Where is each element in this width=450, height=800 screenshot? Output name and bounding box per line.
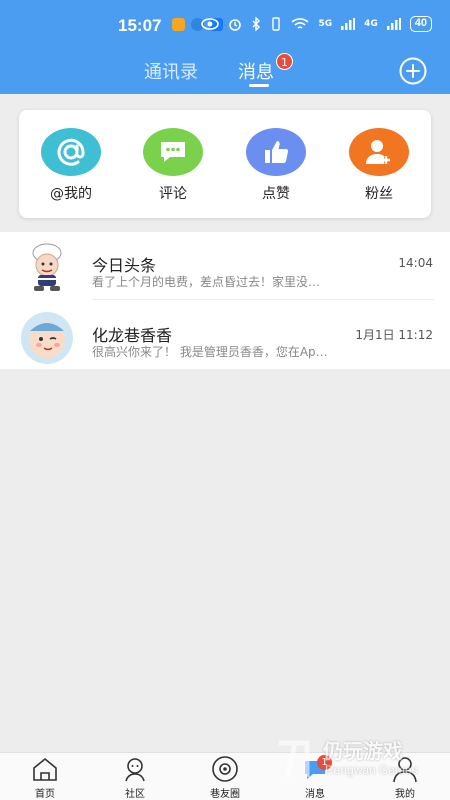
watermark-logo-icon (279, 740, 310, 778)
message-time: 1月1日 11:12 (355, 328, 433, 342)
nav-label: 巷友圈 (210, 789, 240, 800)
app-notification-icon (172, 18, 185, 31)
bluetooth-icon (252, 17, 261, 31)
at-icon (41, 128, 101, 176)
nav-item-friends-circle[interactable]: 巷友圈 (195, 755, 255, 800)
add-user-icon (349, 128, 409, 176)
vibrate-icon (272, 17, 281, 31)
nav-label: 社区 (125, 789, 145, 800)
quick-action-likes[interactable]: 点赞 (236, 128, 316, 203)
status-time: 15:07 (118, 16, 162, 35)
status-right: 5G 4G 40 (201, 16, 432, 32)
active-tab-indicator (249, 84, 269, 87)
quick-action-label: 评论 (159, 186, 187, 202)
eye-icon (201, 18, 220, 30)
message-preview: 看了上个月的电费，差点昏过去！家里没… (92, 275, 321, 289)
nav-item-home[interactable]: 首页 (15, 755, 75, 800)
watermark: 仍玩游戏 Rengwan Games (275, 735, 435, 785)
quick-action-label: 粉丝 (365, 186, 393, 202)
home-icon (33, 757, 57, 781)
thumbs-up-icon (246, 128, 306, 176)
signal-icon-2 (386, 18, 401, 30)
header: 15:07 5G 4G 40 通讯录 消息 1 (0, 0, 450, 94)
friends-circle-icon (212, 756, 238, 782)
quick-actions-card: @我的 评论 点赞 粉丝 (19, 110, 431, 218)
tab-messages-badge: 1 (276, 53, 293, 70)
wifi-icon (291, 18, 309, 29)
divider (92, 299, 434, 300)
battery-indicator: 40 (409, 16, 432, 32)
tab-contacts[interactable]: 通讯录 (144, 58, 198, 84)
chef-avatar-icon (32, 243, 62, 291)
message-item[interactable]: 今日头条 14:04 看了上个月的电费，差点昏过去！家里没… (0, 232, 450, 300)
alarm-icon (229, 19, 242, 31)
network-label-5g: 5G (318, 19, 333, 29)
quick-action-comments[interactable]: 评论 (133, 128, 213, 203)
nav-label: 首页 (35, 789, 55, 800)
quick-action-label: 点赞 (262, 186, 290, 202)
quick-action-mentions[interactable]: @我的 (31, 128, 111, 203)
signal-icon (341, 18, 356, 30)
comment-icon (143, 128, 203, 176)
message-preview: 很高兴你来了！ 我是管理员香香，您在Ap… (92, 345, 328, 359)
watermark-brand: 仍玩游戏 (323, 739, 403, 763)
quick-action-label: @我的 (50, 186, 92, 202)
quick-action-fans[interactable]: 粉丝 (339, 128, 419, 203)
nav-label: 消息 (305, 789, 325, 800)
message-list: 今日头条 14:04 看了上个月的电费，差点昏过去！家里没… 化龙巷香香 1月1… (0, 232, 450, 369)
community-icon (125, 758, 145, 782)
message-item[interactable]: 化龙巷香香 1月1日 11:12 很高兴你来了！ 我是管理员香香，您在Ap… (0, 302, 450, 368)
nav-label: 我的 (395, 789, 415, 800)
message-time: 14:04 (398, 256, 433, 270)
baby-avatar-icon (21, 312, 73, 364)
tab-messages[interactable]: 消息 (238, 58, 274, 84)
status-bar: 15:07 5G 4G 40 (0, 0, 450, 52)
plus-circle-icon[interactable] (399, 57, 427, 85)
network-label-4g: 4G (364, 19, 378, 29)
watermark-sub: Rengwan Games (325, 763, 418, 777)
nav-item-community[interactable]: 社区 (105, 755, 165, 800)
